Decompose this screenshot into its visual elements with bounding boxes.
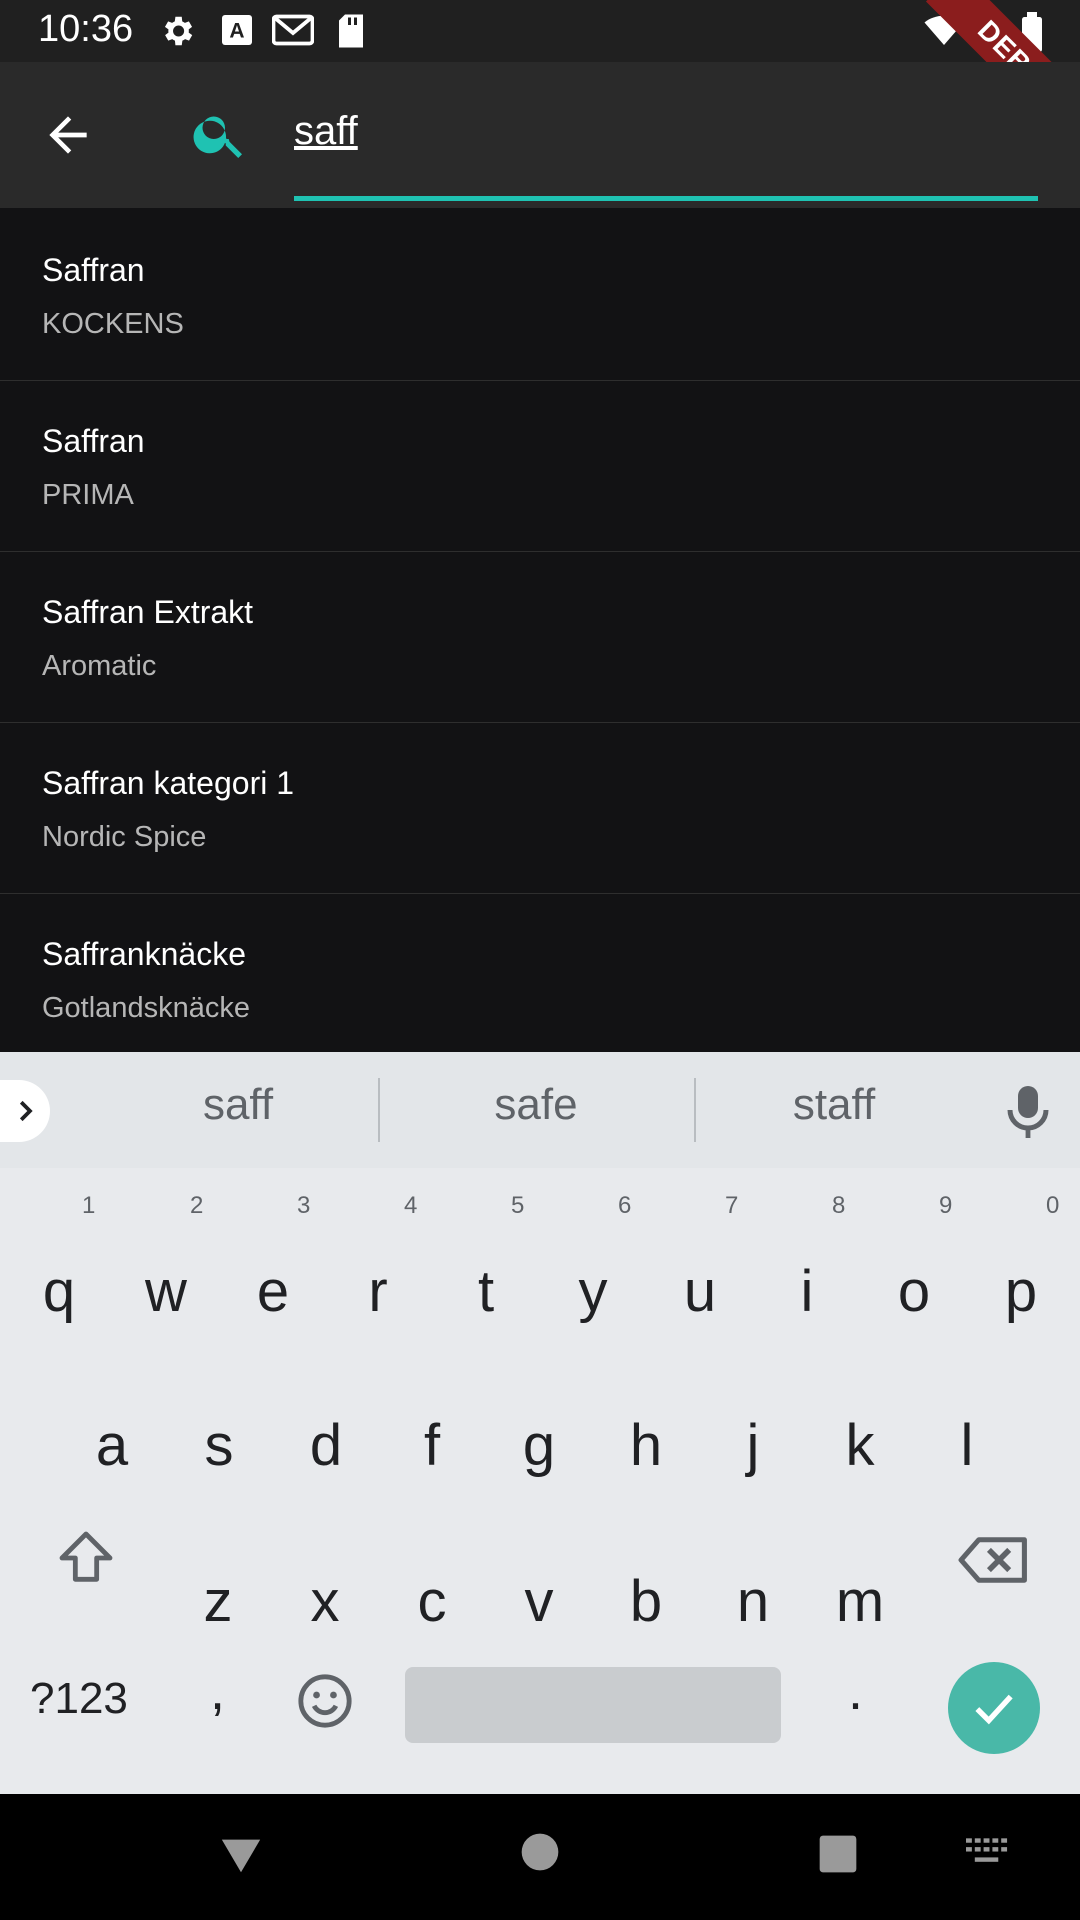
result-subtitle: Nordic Spice [42, 821, 207, 853]
key-c[interactable]: c [387, 1552, 477, 1652]
search-icon [193, 116, 242, 158]
result-subtitle: PRIMA [42, 479, 134, 511]
search-app-bar [0, 62, 1080, 208]
suggestion-divider [694, 1078, 696, 1142]
key-t[interactable]: t [441, 1242, 531, 1342]
suggestion-item[interactable]: safe [436, 1080, 636, 1130]
key-s[interactable]: s [174, 1396, 264, 1496]
key-f[interactable]: f [387, 1396, 477, 1496]
back-arrow-icon[interactable] [40, 107, 96, 163]
home-circle-icon[interactable] [520, 1832, 560, 1872]
key-hint: 5 [511, 1192, 525, 1219]
enter-button[interactable] [948, 1662, 1040, 1754]
emoji-icon[interactable] [296, 1672, 354, 1730]
comma-key[interactable]: , [210, 1660, 225, 1722]
battery-icon [1022, 12, 1042, 52]
chevron-right-icon [19, 1100, 33, 1122]
key-m[interactable]: m [815, 1552, 905, 1652]
key-hint: 9 [939, 1192, 953, 1219]
key-b[interactable]: b [601, 1552, 691, 1652]
suggestion-item[interactable]: saff [138, 1080, 338, 1130]
text-a-icon: A [222, 15, 252, 45]
microphone-icon[interactable] [1004, 1084, 1052, 1140]
key-u[interactable]: u [655, 1242, 745, 1342]
key-g[interactable]: g [494, 1396, 584, 1496]
result-item[interactable]: Saffran PRIMA [0, 381, 1080, 552]
recents-square-icon[interactable] [818, 1834, 858, 1874]
key-z[interactable]: z [173, 1552, 263, 1652]
key-w[interactable]: w [121, 1242, 211, 1342]
key-a[interactable]: a [67, 1396, 157, 1496]
soft-keyboard: saff safe staff q 1 w 2 e 3 r 4 t 5 y 6 … [0, 1052, 1080, 1794]
result-title: Saffran [42, 423, 145, 459]
result-item[interactable]: Saffran KOCKENS [0, 210, 1080, 381]
key-j[interactable]: j [708, 1396, 798, 1496]
symbols-key[interactable]: ?123 [30, 1674, 128, 1724]
status-bar: 10:36 A DEBUG [0, 0, 1080, 158]
key-hint: 8 [832, 1192, 846, 1219]
expand-toolbar-button[interactable] [0, 1080, 50, 1142]
period-key[interactable]: . [848, 1660, 863, 1722]
suggestion-strip: saff safe staff [0, 1052, 1080, 1168]
key-n[interactable]: n [708, 1552, 798, 1652]
key-p[interactable]: p [976, 1242, 1066, 1342]
search-field[interactable] [294, 102, 1038, 162]
gmail-icon [272, 14, 314, 46]
result-subtitle: Aromatic [42, 650, 157, 682]
navigation-bar [0, 1794, 1080, 1920]
status-time: 10:36 [38, 8, 134, 50]
key-r[interactable]: r [333, 1242, 423, 1342]
key-h[interactable]: h [601, 1396, 691, 1496]
backspace-icon[interactable] [956, 1528, 1032, 1592]
key-q[interactable]: q [14, 1242, 104, 1342]
key-v[interactable]: v [494, 1552, 584, 1652]
result-item[interactable]: Saffran Extrakt Aromatic [0, 552, 1080, 723]
search-underline [294, 196, 1038, 201]
result-subtitle: KOCKENS [42, 308, 184, 340]
space-key[interactable] [405, 1667, 781, 1743]
key-y[interactable]: y [548, 1242, 638, 1342]
keyboard-switch-icon[interactable] [966, 1838, 1010, 1868]
key-hint: 1 [82, 1192, 96, 1219]
key-o[interactable]: o [869, 1242, 959, 1342]
key-l[interactable]: l [922, 1396, 1012, 1496]
key-d[interactable]: d [281, 1396, 371, 1496]
key-e[interactable]: e [228, 1242, 318, 1342]
search-input[interactable] [294, 102, 1038, 160]
svg-text:A: A [229, 20, 244, 43]
check-icon [975, 1694, 1013, 1725]
result-item[interactable]: Saffran kategori 1 Nordic Spice [0, 723, 1080, 894]
key-k[interactable]: k [815, 1396, 905, 1496]
sd-card-icon [339, 14, 363, 48]
cell-signal-icon [973, 15, 1003, 45]
suggestion-item[interactable]: staff [734, 1080, 934, 1130]
result-title: Saffran [42, 252, 145, 288]
result-title: Saffranknäcke [42, 936, 246, 972]
wifi-icon [924, 15, 964, 45]
key-hint: 6 [618, 1192, 632, 1219]
key-i[interactable]: i [762, 1242, 852, 1342]
result-item[interactable]: Saffranknäcke Gotlandsknäcke [0, 894, 1080, 1052]
key-hint: 0 [1046, 1192, 1060, 1219]
shift-icon[interactable] [54, 1526, 118, 1590]
key-hint: 4 [404, 1192, 418, 1219]
back-triangle-icon[interactable] [218, 1832, 264, 1878]
search-results-list: Saffran KOCKENS Saffran PRIMA Saffran Ex… [0, 210, 1080, 1052]
result-title: Saffran kategori 1 [42, 765, 295, 801]
result-title: Saffran Extrakt [42, 594, 254, 630]
key-x[interactable]: x [280, 1552, 370, 1652]
key-hint: 2 [190, 1192, 204, 1219]
key-hint: 7 [725, 1192, 739, 1219]
suggestion-divider [378, 1078, 380, 1142]
key-hint: 3 [297, 1192, 311, 1219]
settings-icon [164, 16, 193, 46]
result-subtitle: Gotlandsknäcke [42, 992, 250, 1024]
